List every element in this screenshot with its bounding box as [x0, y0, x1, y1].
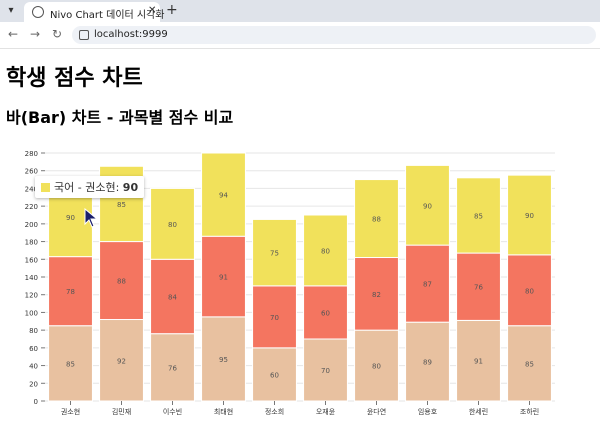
bar-value-label: 90 — [423, 202, 432, 210]
y-tick-label: 140 — [25, 274, 38, 282]
bar-value-label: 90 — [66, 214, 75, 222]
y-tick-label: 260 — [25, 168, 38, 176]
bar-value-label: 80 — [168, 221, 177, 229]
bar-value-label: 80 — [321, 247, 330, 255]
bar-value-label: 90 — [525, 212, 534, 220]
bar-value-label: 60 — [270, 371, 279, 379]
mouse-cursor-icon — [84, 208, 98, 228]
bar-value-label: 76 — [474, 284, 483, 292]
browser-tab-bar: ▾ Nivo Chart 데이터 시각화 ✕ + — [0, 0, 600, 22]
x-tick-label: 윤다연 — [367, 407, 386, 416]
back-arrow-icon[interactable]: ← — [8, 27, 18, 41]
address-bar: ← → ↻ localhost:9999 — [0, 22, 600, 49]
bar-value-label: 92 — [117, 357, 126, 365]
page-title: 학생 점수 차트 — [6, 66, 143, 91]
y-tick-label: 100 — [25, 309, 38, 317]
browser-tab[interactable]: Nivo Chart 데이터 시각화 ✕ — [24, 2, 165, 22]
y-tick-label: 280 — [25, 150, 38, 158]
y-tick-label: 20 — [29, 380, 38, 388]
bar-value-label: 80 — [372, 363, 381, 371]
bar-value-label: 89 — [423, 359, 432, 367]
site-info-icon[interactable] — [79, 30, 89, 40]
new-tab-button[interactable]: + — [166, 2, 178, 18]
bar-value-label: 82 — [372, 291, 381, 299]
chart-subtitle: 바(Bar) 차트 - 과목별 점수 비교 — [6, 108, 234, 127]
x-tick-label: 최태현 — [214, 407, 233, 416]
y-tick-label: 40 — [29, 363, 38, 371]
tooltip-value: 90 — [122, 181, 139, 194]
bar-value-label: 95 — [219, 356, 228, 364]
bar-value-label: 75 — [270, 250, 279, 258]
x-tick-label: 조하린 — [520, 407, 539, 416]
bar-value-label: 76 — [168, 364, 177, 372]
bar-value-label: 80 — [525, 287, 534, 295]
bar-value-label: 85 — [525, 360, 534, 368]
y-tick-label: 220 — [25, 203, 38, 211]
y-tick-label: 60 — [29, 345, 38, 353]
bar-value-label: 94 — [219, 192, 228, 200]
bar-value-label: 88 — [372, 216, 381, 224]
bar-value-label: 78 — [66, 288, 75, 296]
tooltip-series: 국어 — [54, 181, 75, 194]
bar-value-label: 70 — [321, 367, 330, 375]
chart-tooltip: 국어 - 권소현: 90 — [35, 176, 145, 198]
y-tick-label: 80 — [29, 327, 38, 335]
tab-list-dropdown-icon[interactable]: ▾ — [4, 4, 18, 18]
bar-value-label: 85 — [474, 212, 483, 220]
bar-value-label: 85 — [117, 201, 126, 209]
x-tick-label: 한세린 — [469, 407, 488, 416]
bar-value-label: 84 — [168, 293, 177, 301]
reload-icon[interactable]: ↻ — [52, 27, 62, 41]
x-tick-label: 권소현 — [61, 408, 80, 416]
bar-value-label: 85 — [66, 360, 75, 368]
tab-close-icon[interactable]: ✕ — [148, 5, 156, 16]
x-tick-label: 이수빈 — [163, 407, 182, 416]
forward-arrow-icon[interactable]: → — [30, 27, 40, 41]
x-tick-label: 임용호 — [418, 408, 438, 416]
y-tick-label: 160 — [25, 256, 38, 264]
bar-value-label: 88 — [117, 278, 126, 286]
bar-value-label: 91 — [474, 358, 483, 366]
y-tick-label: 180 — [25, 239, 38, 247]
x-tick-label: 오재윤 — [316, 408, 336, 416]
bar-value-label: 70 — [270, 314, 279, 322]
tooltip-student: 권소현 — [85, 181, 116, 194]
x-tick-label: 김민재 — [112, 407, 131, 416]
tooltip-separator: - — [74, 181, 86, 194]
globe-icon — [32, 6, 44, 18]
bar-value-label: 60 — [321, 309, 330, 317]
bar-value-label: 91 — [219, 274, 228, 282]
tooltip-color-swatch — [41, 183, 50, 192]
url-text: localhost:9999 — [94, 29, 168, 40]
y-tick-label: 200 — [25, 221, 38, 229]
bar-value-label: 87 — [423, 281, 432, 289]
url-field[interactable]: localhost:9999 — [72, 26, 596, 44]
y-tick-label: 120 — [25, 292, 38, 300]
y-tick-label: 0 — [34, 398, 38, 406]
x-tick-label: 정소희 — [265, 407, 284, 416]
